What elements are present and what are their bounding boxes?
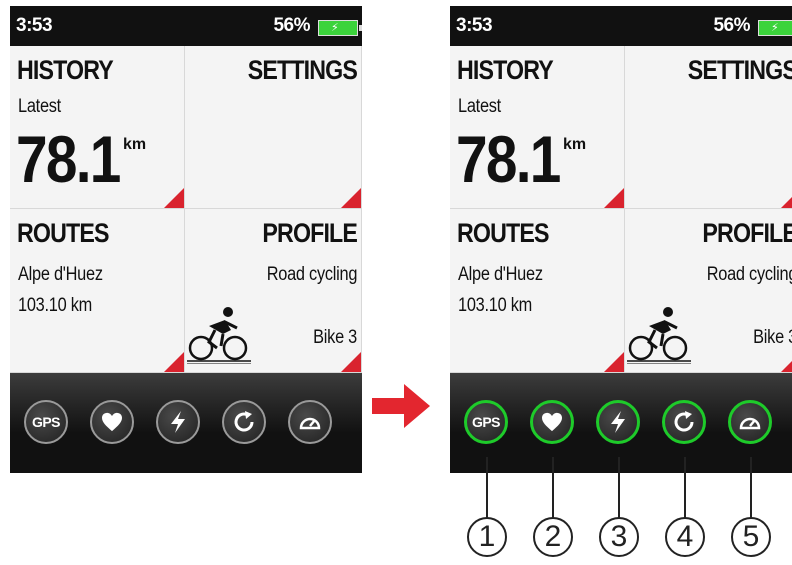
profile-tile[interactable]: PROFILE Road cycling Bike 3 [625, 209, 792, 373]
routes-tile[interactable]: ROUTES Alpe d'Huez 103.10 km [450, 209, 625, 373]
settings-title: SETTINGS [687, 55, 792, 85]
callout-1: 1 [467, 517, 507, 557]
speed-button[interactable] [288, 400, 332, 444]
corner-marker [604, 352, 624, 372]
settings-tile[interactable]: SETTINGS [185, 46, 362, 209]
cyclist-icon [187, 307, 251, 364]
device-screen-before: 3:53 56% ⚡ HISTORY Latest 78.1 km SETTIN… [10, 6, 362, 473]
heart-icon [102, 412, 122, 432]
lightning-icon [611, 411, 625, 433]
profile-type: Road cycling [266, 264, 358, 285]
history-tile[interactable]: HISTORY Latest 78.1 km [10, 46, 185, 209]
history-distance-unit: km [123, 136, 147, 153]
profile-bike: Bike 3 [753, 327, 792, 348]
corner-marker [164, 352, 184, 372]
callout-5: 5 [731, 517, 771, 557]
cyclist-icon [627, 307, 691, 364]
route-distance: 103.10 km [18, 295, 92, 316]
history-tile[interactable]: HISTORY Latest 78.1 km [450, 46, 625, 209]
lightning-icon [171, 411, 185, 433]
callout-line [684, 457, 686, 520]
routes-tile[interactable]: ROUTES Alpe d'Huez 103.10 km [10, 209, 185, 373]
routes-title: ROUTES [17, 218, 109, 248]
route-distance: 103.10 km [458, 295, 532, 316]
route-name: Alpe d'Huez [458, 264, 543, 285]
gauge-icon [739, 417, 761, 430]
status-bar: 3:53 56% ⚡ [450, 6, 792, 46]
corner-marker [604, 188, 624, 208]
history-subtitle: Latest [458, 96, 501, 117]
history-title: HISTORY [457, 55, 554, 85]
speed-button[interactable] [728, 400, 772, 444]
callout-3: 3 [599, 517, 639, 557]
status-bar: 3:53 56% ⚡ [10, 6, 362, 46]
battery-percent: 56% [713, 15, 750, 36]
corner-marker [341, 352, 361, 372]
corner-marker [781, 352, 792, 372]
callout-2: 2 [533, 517, 573, 557]
power-button[interactable] [156, 400, 200, 444]
gps-button[interactable]: GPS [464, 400, 508, 444]
routes-title: ROUTES [457, 218, 549, 248]
route-name: Alpe d'Huez [18, 264, 103, 285]
gps-icon: GPS [31, 414, 61, 430]
cadence-button[interactable] [222, 400, 266, 444]
profile-tile[interactable]: PROFILE Road cycling Bike 3 [185, 209, 362, 373]
status-time: 3:53 [16, 15, 53, 36]
history-distance-unit: km [563, 136, 587, 153]
power-button[interactable] [596, 400, 640, 444]
cadence-button[interactable] [662, 400, 706, 444]
callout-line [552, 457, 554, 520]
settings-tile[interactable]: SETTINGS [625, 46, 792, 209]
settings-title: SETTINGS [247, 55, 358, 85]
callout-line [618, 457, 620, 520]
profile-bike: Bike 3 [313, 327, 357, 348]
battery-percent: 56% [273, 15, 310, 36]
heart-rate-button[interactable] [90, 400, 134, 444]
refresh-icon [674, 411, 694, 432]
heart-rate-button[interactable] [530, 400, 574, 444]
refresh-icon [234, 411, 254, 432]
battery-icon: ⚡ [758, 20, 792, 36]
gps-icon: GPS [471, 414, 501, 430]
arrow-right-icon [372, 384, 430, 428]
sensor-toolbar: GPS [450, 373, 792, 473]
callout-line [750, 457, 752, 520]
gps-button[interactable]: GPS [24, 400, 68, 444]
status-time: 3:53 [456, 15, 493, 36]
corner-marker [781, 188, 792, 208]
profile-title: PROFILE [262, 218, 357, 248]
history-subtitle: Latest [18, 96, 61, 117]
profile-type: Road cycling [706, 264, 792, 285]
callout-4: 4 [665, 517, 705, 557]
corner-marker [341, 188, 361, 208]
history-distance-value: 78.1 [456, 122, 561, 196]
sensor-toolbar: GPS [10, 373, 362, 473]
battery-icon: ⚡ [318, 20, 362, 36]
gauge-icon [299, 417, 321, 430]
history-distance-value: 78.1 [16, 122, 121, 196]
history-title: HISTORY [17, 55, 114, 85]
callout-line [486, 457, 488, 520]
corner-marker [164, 188, 184, 208]
heart-icon [542, 412, 562, 432]
device-screen-after: 3:53 56% ⚡ HISTORY Latest 78.1 km SETTIN… [450, 6, 792, 473]
profile-title: PROFILE [702, 218, 792, 248]
